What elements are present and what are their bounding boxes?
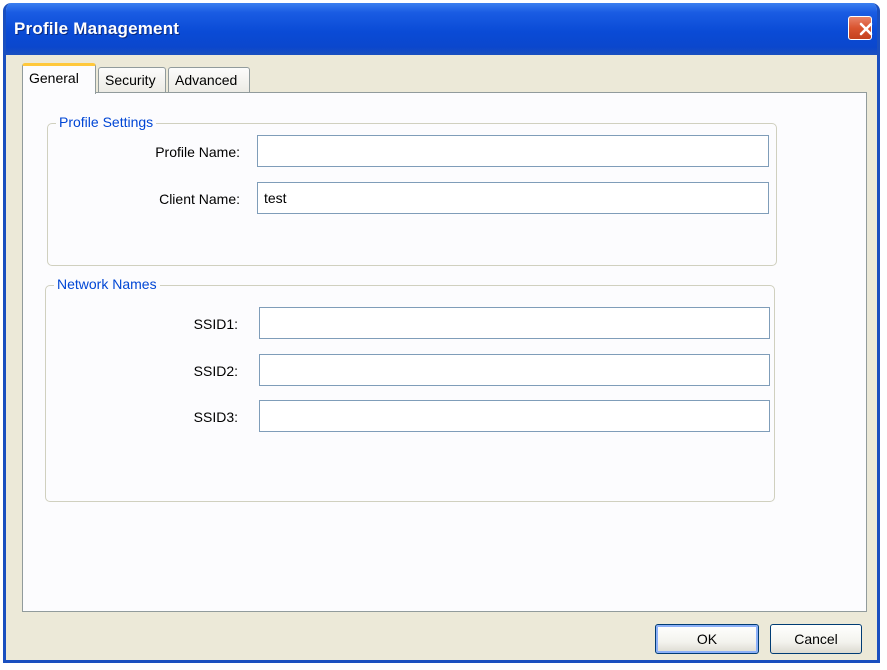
ssid2-field[interactable]	[259, 354, 770, 386]
tab-advanced-label: Advanced	[175, 72, 238, 88]
tab-security-label: Security	[105, 72, 156, 88]
ssid3-label: SSID3:	[193, 409, 238, 425]
cancel-button[interactable]: Cancel	[770, 624, 862, 654]
window-title: Profile Management	[14, 19, 180, 38]
close-button[interactable]	[848, 16, 873, 40]
ssid1-label: SSID1:	[193, 316, 238, 332]
tab-advanced[interactable]: Advanced	[168, 67, 250, 92]
tab-general-label: General	[29, 70, 79, 86]
client-name-field[interactable]	[257, 182, 769, 214]
profile-name-field[interactable]	[257, 135, 769, 167]
profile-name-label: Profile Name:	[155, 144, 240, 160]
network-names-group: Network Names SSID1: SSID2: SSID3:	[45, 276, 775, 502]
general-tab-panel: Profile Settings Profile Name: Client Na…	[22, 92, 867, 612]
ssid3-field[interactable]	[259, 400, 770, 432]
close-icon	[859, 22, 873, 36]
profile-settings-legend: Profile Settings	[56, 114, 157, 130]
tab-general[interactable]: General	[22, 63, 96, 94]
ssid2-label: SSID2:	[193, 363, 238, 379]
ok-button[interactable]: OK	[655, 624, 759, 654]
tab-security[interactable]: Security	[98, 67, 166, 92]
network-names-legend: Network Names	[54, 276, 160, 292]
client-name-label: Client Name:	[159, 191, 240, 207]
profile-management-dialog: Profile Management General Security Adva…	[3, 3, 880, 663]
title-bar[interactable]: Profile Management	[6, 3, 877, 55]
ssid1-field[interactable]	[259, 307, 770, 339]
profile-settings-group: Profile Settings Profile Name: Client Na…	[47, 114, 777, 266]
